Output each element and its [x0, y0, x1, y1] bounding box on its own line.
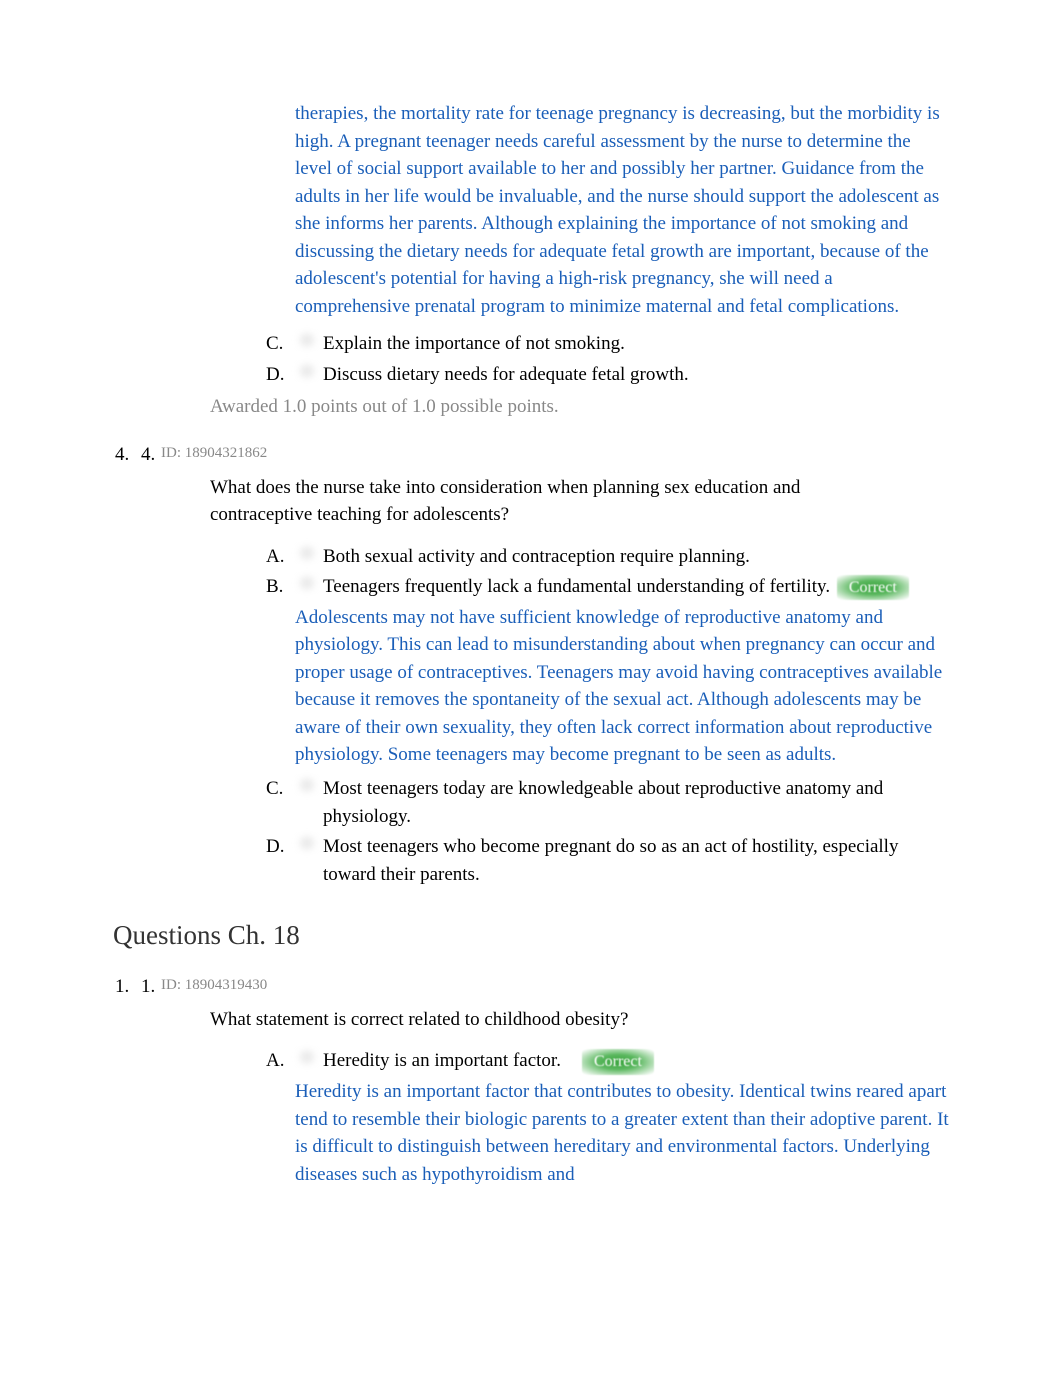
- radio-indicator-icon: [296, 361, 318, 381]
- radio-indicator-icon: [296, 775, 318, 795]
- radio-indicator-icon: [296, 573, 318, 593]
- option-text-content: Heredity is an important factor.: [323, 1050, 561, 1071]
- question4-option-c: C. Most teenagers today are knowledgeabl…: [266, 775, 952, 830]
- question4-option-b: B. Teenagers frequently lack a fundament…: [266, 573, 952, 601]
- question-inner-number: 4.: [141, 441, 161, 469]
- option-text-content: Teenagers frequently lack a fundamental …: [323, 576, 830, 597]
- option-text: Both sexual activity and contraception r…: [323, 543, 952, 571]
- question4-explanation: Adolescents may not have sufficient know…: [295, 604, 952, 769]
- points-awarded: Awarded 1.0 points out of 1.0 possible p…: [210, 393, 1032, 421]
- question-inner-number: 1.: [141, 973, 161, 1001]
- document-content: therapies, the mortality rate for teenag…: [115, 100, 1032, 1188]
- option-text: Most teenagers who become pregnant do so…: [323, 833, 952, 888]
- question-id: ID: 18904321862: [161, 441, 267, 469]
- option-text: Heredity is an important factor. Correct: [323, 1047, 952, 1075]
- chapter-heading: Questions Ch. 18: [113, 916, 1032, 955]
- option-text: Most teenagers today are knowledgeable a…: [323, 775, 952, 830]
- correct-badge: Correct: [582, 1049, 654, 1074]
- question-outer-number: 1.: [115, 973, 141, 1001]
- option-letter: A.: [266, 1047, 296, 1075]
- option-letter: C.: [266, 330, 296, 358]
- question4-stem: What does the nurse take into considerat…: [210, 474, 882, 529]
- question4-option-a: A. Both sexual activity and contraceptio…: [266, 543, 952, 571]
- option-letter: D.: [266, 833, 296, 888]
- option-text: Explain the importance of not smoking.: [323, 330, 952, 358]
- radio-indicator-icon: [296, 1047, 318, 1067]
- question-outer-number: 4.: [115, 441, 141, 469]
- radio-indicator-icon: [296, 543, 318, 563]
- question4-option-d: D. Most teenagers who become pregnant do…: [266, 833, 952, 888]
- option-text: Teenagers frequently lack a fundamental …: [323, 573, 952, 601]
- question1-option-a: A. Heredity is an important factor. Corr…: [266, 1047, 952, 1075]
- option-letter: C.: [266, 775, 296, 830]
- question4-header: 4. 4. ID: 18904321862: [115, 441, 1032, 469]
- question3-option-d: D. Discuss dietary needs for adequate fe…: [266, 361, 952, 389]
- question3-option-c: C. Explain the importance of not smoking…: [266, 330, 952, 358]
- question1-stem: What statement is correct related to chi…: [210, 1006, 882, 1034]
- question1-explanation: Heredity is an important factor that con…: [295, 1078, 952, 1188]
- question3-explanation-continued: therapies, the mortality rate for teenag…: [295, 100, 952, 320]
- radio-indicator-icon: [296, 833, 318, 853]
- radio-indicator-icon: [296, 330, 318, 350]
- option-letter: A.: [266, 543, 296, 571]
- question1-header: 1. 1. ID: 18904319430: [115, 973, 1032, 1001]
- question-id: ID: 18904319430: [161, 973, 267, 1001]
- option-letter: B.: [266, 573, 296, 601]
- option-text: Discuss dietary needs for adequate fetal…: [323, 361, 952, 389]
- correct-badge: Correct: [837, 575, 909, 600]
- option-letter: D.: [266, 361, 296, 389]
